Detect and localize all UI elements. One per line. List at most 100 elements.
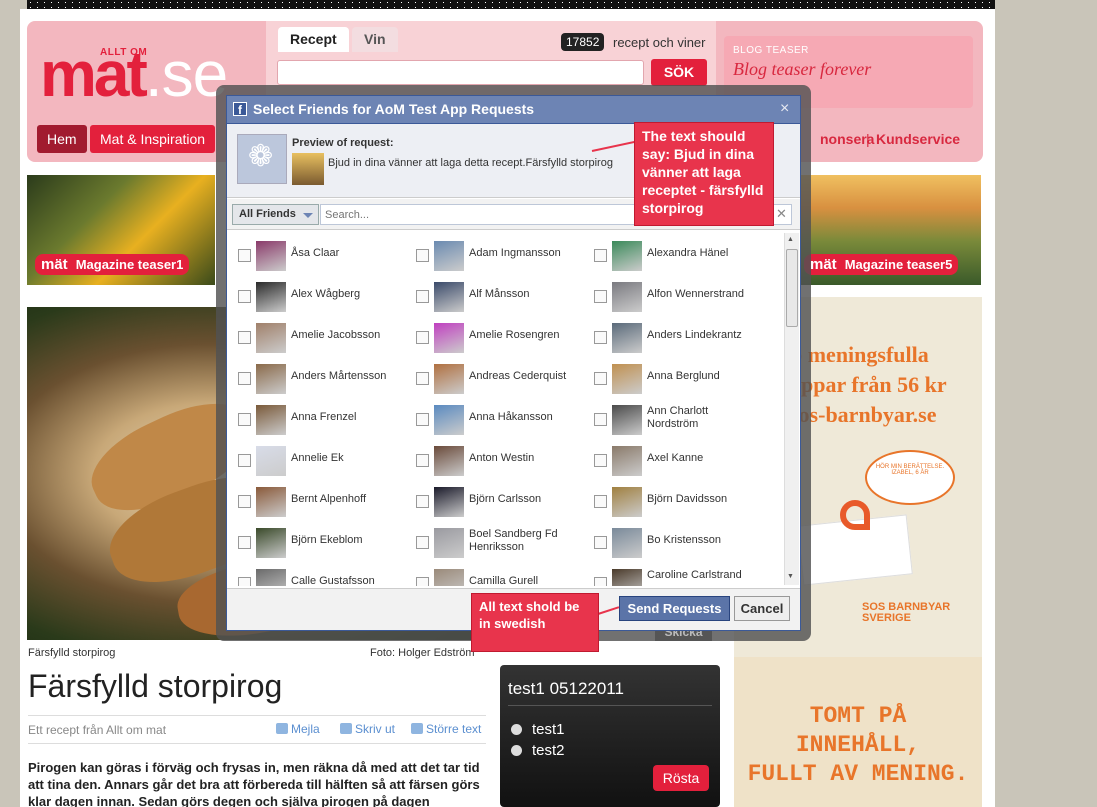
tab-recept[interactable]: Recept	[278, 27, 349, 52]
friend-item[interactable]: Adam Ingmansson	[406, 235, 584, 271]
friend-checkbox[interactable]	[416, 290, 429, 303]
email-label: Mejla	[291, 722, 320, 736]
friend-item[interactable]: Ann Charlott Nordström	[584, 399, 762, 435]
teaser-logo: mät	[41, 256, 68, 273]
friend-item[interactable]: Alex Wågberg	[228, 276, 406, 312]
friend-checkbox[interactable]	[416, 577, 429, 586]
friend-checkbox[interactable]	[416, 495, 429, 508]
close-icon[interactable]: ×	[780, 100, 789, 118]
blog-teaser-title[interactable]: Blog teaser forever	[733, 59, 871, 80]
friend-item[interactable]: Åsa Claar	[228, 235, 406, 271]
avatar	[434, 528, 464, 558]
friend-checkbox[interactable]	[594, 290, 607, 303]
friend-checkbox[interactable]	[238, 413, 251, 426]
avatar	[612, 446, 642, 476]
nav-item-hem[interactable]: Hem	[37, 125, 87, 153]
poll-option-2[interactable]: test2	[511, 742, 565, 759]
recipe-count-label: recept och viner	[613, 35, 706, 50]
teaser-title: Magazine teaser1	[75, 257, 184, 272]
avatar	[256, 364, 286, 394]
friend-checkbox[interactable]	[238, 536, 251, 549]
friend-checkbox[interactable]	[238, 454, 251, 467]
magazine-teaser-1[interactable]: mät Magazine teaser1	[27, 175, 215, 285]
radio-button[interactable]	[511, 745, 522, 756]
print-link[interactable]: Skriv ut	[340, 722, 395, 736]
friend-name: Amelie Rosengren	[469, 329, 560, 341]
poll-option-1[interactable]: test1	[511, 721, 565, 738]
photo-caption: Färsfylld storpirog	[28, 647, 116, 659]
site-logo[interactable]: mat.se	[40, 42, 228, 106]
nav-item-mat-inspiration[interactable]: Mat & Inspiration	[90, 125, 216, 153]
friend-item[interactable]: Amelie Rosengren	[406, 317, 584, 353]
send-requests-button[interactable]: Send Requests	[619, 596, 730, 621]
friend-checkbox[interactable]	[238, 495, 251, 508]
scroll-down-icon[interactable]: ▼	[787, 573, 794, 580]
friend-checkbox[interactable]	[594, 454, 607, 467]
friend-checkbox[interactable]	[238, 577, 251, 586]
ad-line: sos-barnbyar.se	[790, 402, 937, 427]
friend-item[interactable]: Anna Frenzel	[228, 399, 406, 435]
avatar	[256, 569, 286, 586]
friend-item[interactable]: Anna Berglund	[584, 358, 762, 394]
friend-checkbox[interactable]	[416, 413, 429, 426]
friend-checkbox[interactable]	[594, 495, 607, 508]
friend-list[interactable]: Åsa Claar Adam Ingmansson Alexandra Hänel A…	[228, 231, 783, 586]
friend-item[interactable]: Alf Månsson	[406, 276, 584, 312]
friend-item[interactable]: Calle Gustafsson	[228, 563, 406, 586]
friend-checkbox[interactable]	[238, 331, 251, 344]
friend-item[interactable]: Bo Kristensson	[584, 522, 762, 558]
nav-item-kundservice[interactable]: Kundservice	[876, 131, 960, 147]
friend-checkbox[interactable]	[416, 536, 429, 549]
larger-text-link[interactable]: Större text	[411, 722, 481, 736]
site-search-input[interactable]	[277, 60, 644, 85]
friend-item[interactable]: Björn Carlsson	[406, 481, 584, 517]
clear-search-icon[interactable]: ✕	[776, 206, 787, 222]
search-button[interactable]: SÖK	[651, 59, 707, 86]
friend-checkbox[interactable]	[416, 454, 429, 467]
friend-item[interactable]: Björn Ekeblom	[228, 522, 406, 558]
friend-item[interactable]: Anton Westin	[406, 440, 584, 476]
poll-option-label: test2	[532, 742, 565, 759]
friend-item[interactable]: Anna Håkansson	[406, 399, 584, 435]
cancel-button[interactable]: Cancel	[734, 596, 790, 621]
friend-checkbox[interactable]	[238, 372, 251, 385]
friend-checkbox[interactable]	[416, 249, 429, 262]
friend-checkbox[interactable]	[416, 372, 429, 385]
friend-item[interactable]: Anders Lindekrantz	[584, 317, 762, 353]
friend-checkbox[interactable]	[594, 536, 607, 549]
friend-item[interactable]: Björn Davidsson	[584, 481, 762, 517]
envelope-icon	[276, 723, 288, 734]
friend-checkbox[interactable]	[416, 331, 429, 344]
friend-item[interactable]: Boel Sandberg Fd Henriksson	[406, 522, 584, 558]
radio-button[interactable]	[511, 724, 522, 735]
friend-checkbox[interactable]	[594, 372, 607, 385]
scrollbar-thumb[interactable]	[786, 249, 798, 327]
friend-item[interactable]: Annelie Ek	[228, 440, 406, 476]
scroll-up-icon[interactable]: ▲	[787, 236, 794, 243]
friend-item[interactable]: Alfon Wennerstrand	[584, 276, 762, 312]
sos-logo-line2: SVERIGE	[862, 612, 911, 624]
all-friends-dropdown[interactable]: All Friends	[232, 204, 319, 225]
tab-vin[interactable]: Vin	[352, 27, 398, 52]
friend-item[interactable]: Amelie Jacobsson	[228, 317, 406, 353]
friend-checkbox[interactable]	[594, 249, 607, 262]
magazine-teaser-5[interactable]: mät Magazine teaser5	[796, 175, 981, 285]
vote-button[interactable]: Rösta	[653, 765, 709, 791]
friend-item[interactable]: Caroline Carlstrand	[584, 563, 762, 586]
friend-item[interactable]: Anders Mårtensson	[228, 358, 406, 394]
ribbon-image	[840, 500, 870, 530]
friend-item[interactable]: Axel Kanne	[584, 440, 762, 476]
friend-item[interactable]: Alexandra Hänel	[584, 235, 762, 271]
avatar	[612, 282, 642, 312]
friend-checkbox[interactable]	[594, 413, 607, 426]
friend-name: Andreas Cederquist	[469, 370, 567, 382]
friend-checkbox[interactable]	[238, 290, 251, 303]
email-link[interactable]: Mejla	[276, 722, 320, 736]
friend-checkbox[interactable]	[238, 249, 251, 262]
friend-item[interactable]: Andreas Cederquist	[406, 358, 584, 394]
friend-item[interactable]: Bernt Alpenhoff	[228, 481, 406, 517]
friend-checkbox[interactable]	[594, 331, 607, 344]
friend-checkbox[interactable]	[594, 577, 607, 586]
friend-item[interactable]: Camilla Gurell	[406, 563, 584, 586]
avatar	[434, 364, 464, 394]
